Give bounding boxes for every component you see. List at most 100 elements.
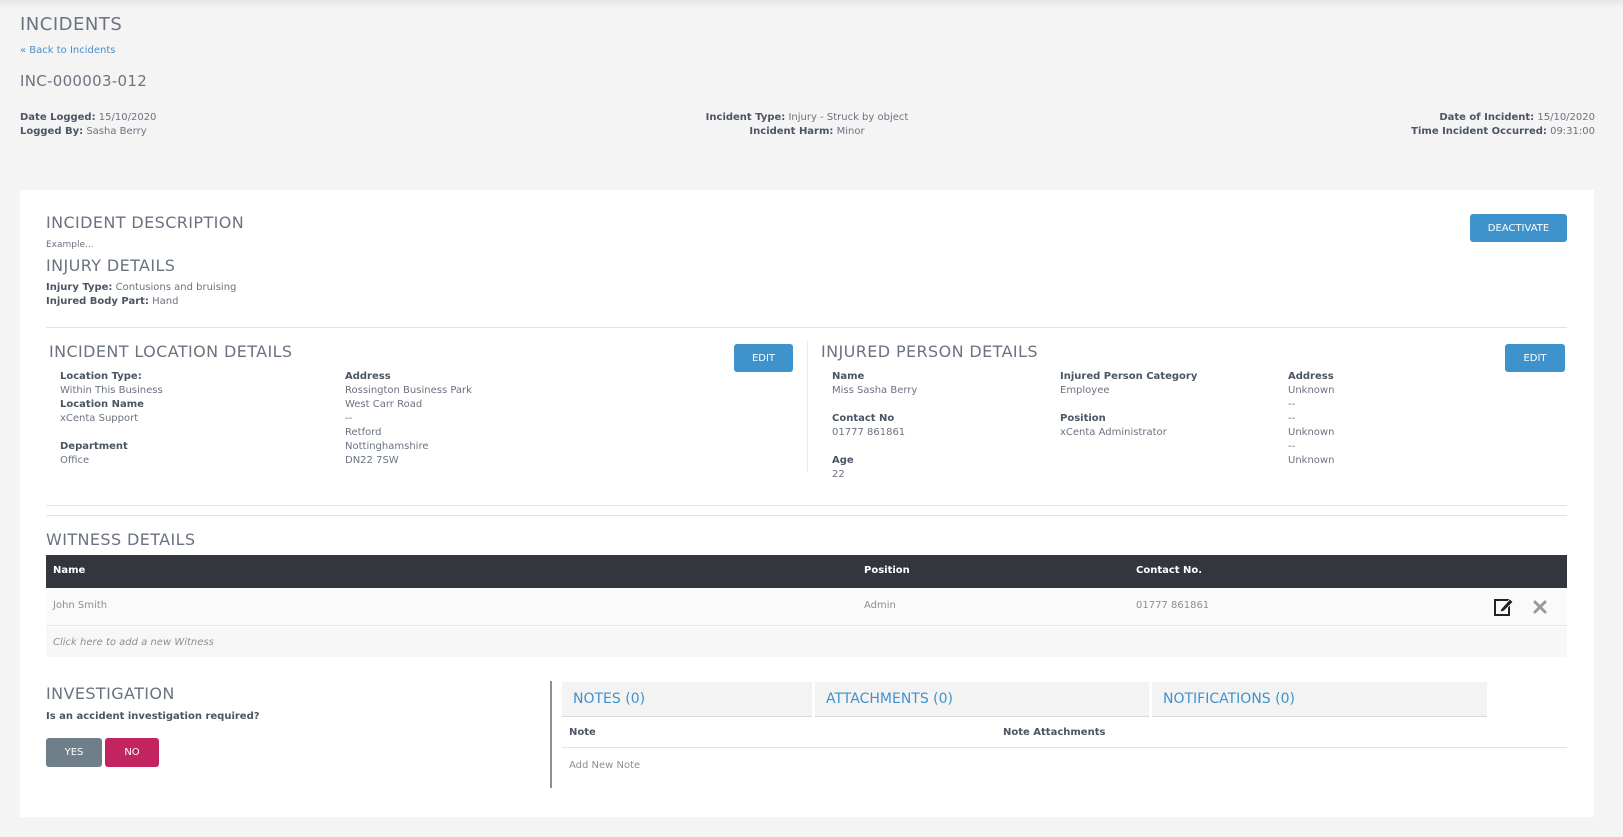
incident-card: INCIDENT DESCRIPTION Example... DEACTIVA… bbox=[20, 190, 1594, 817]
location-name-label: Location Name bbox=[60, 399, 144, 410]
meta-incident-date: Date of Incident: 15/10/2020 Time Incide… bbox=[1380, 111, 1595, 139]
tab-attachments[interactable]: ATTACHMENTS (0) bbox=[815, 682, 1149, 717]
location-address-column: Address Rossington Business Park West Ca… bbox=[345, 370, 472, 468]
time-occurred-label: Time Incident Occurred: bbox=[1411, 126, 1547, 137]
category-value: Employee bbox=[1060, 385, 1110, 396]
person-title: INJURED PERSON DETAILS bbox=[821, 342, 1038, 361]
date-logged-label: Date Logged: bbox=[20, 112, 96, 123]
address-line: Unknown bbox=[1288, 455, 1335, 466]
address-line: Retford bbox=[345, 427, 382, 438]
logged-by-value: Sasha Berry bbox=[86, 126, 147, 137]
tab-notifications[interactable]: NOTIFICATIONS (0) bbox=[1152, 682, 1487, 717]
column-header-name: Name bbox=[53, 565, 86, 576]
witness-table-header: Name Position Contact No. bbox=[46, 555, 1567, 588]
divider bbox=[46, 505, 1567, 506]
no-button[interactable]: NO bbox=[105, 738, 159, 767]
yes-button[interactable]: YES bbox=[46, 738, 102, 767]
category-label: Injured Person Category bbox=[1060, 371, 1198, 382]
tab-notes[interactable]: NOTES (0) bbox=[562, 682, 812, 717]
location-address-label: Address bbox=[345, 371, 391, 382]
department-label: Department bbox=[60, 441, 128, 452]
address-line: -- bbox=[1288, 399, 1296, 410]
body-part-label: Injured Body Part: bbox=[46, 296, 149, 307]
address-line: Rossington Business Park bbox=[345, 385, 472, 396]
add-witness-link[interactable]: Click here to add a new Witness bbox=[53, 637, 214, 648]
person-middle-column: Injured Person Category Employee Positio… bbox=[1060, 370, 1197, 440]
incident-type-label: Incident Type: bbox=[705, 112, 786, 123]
person-name-label: Name bbox=[832, 371, 865, 382]
column-divider bbox=[807, 340, 808, 472]
person-address-label: Address bbox=[1288, 371, 1334, 382]
page-title: INCIDENTS bbox=[20, 14, 123, 35]
date-logged-value: 15/10/2020 bbox=[98, 112, 157, 123]
address-line: West Carr Road bbox=[345, 399, 423, 410]
contact-value: 01777 861861 bbox=[832, 427, 906, 438]
meta-incident-type: Incident Type: Injury - Struck by object… bbox=[600, 111, 1014, 139]
deactivate-button[interactable]: DEACTIVATE bbox=[1470, 214, 1567, 242]
incident-harm-value: Minor bbox=[836, 126, 865, 137]
time-occurred-value: 09:31:00 bbox=[1550, 126, 1595, 137]
table-row: John Smith Admin 01777 861861 bbox=[46, 588, 1567, 626]
add-new-note-link[interactable]: Add New Note bbox=[569, 760, 640, 771]
person-address-column: Address Unknown -- -- Unknown -- Unknown bbox=[1288, 370, 1334, 468]
age-value: 22 bbox=[832, 469, 845, 480]
address-line: -- bbox=[1288, 441, 1296, 452]
position-label: Position bbox=[1060, 413, 1106, 424]
age-label: Age bbox=[832, 455, 854, 466]
edit-icon[interactable] bbox=[1493, 596, 1515, 618]
location-edit-button[interactable]: EDIT bbox=[734, 344, 793, 372]
injury-title: INJURY DETAILS bbox=[46, 256, 176, 275]
witness-contact: 01777 861861 bbox=[1136, 600, 1210, 611]
description-text: Example... bbox=[46, 240, 94, 250]
divider bbox=[562, 747, 1567, 748]
person-edit-button[interactable]: EDIT bbox=[1505, 344, 1565, 372]
divider bbox=[46, 515, 1567, 516]
back-to-incidents-link[interactable]: « Back to Incidents bbox=[20, 45, 116, 56]
delete-icon[interactable] bbox=[1532, 599, 1548, 615]
description-title: INCIDENT DESCRIPTION bbox=[46, 213, 245, 232]
date-of-incident-label: Date of Incident: bbox=[1439, 112, 1535, 123]
divider bbox=[46, 327, 1567, 328]
investigation-question: Is an accident investigation required? bbox=[46, 711, 260, 722]
person-left-column: Name Miss Sasha Berry Contact No 01777 8… bbox=[832, 370, 917, 482]
address-line: Unknown bbox=[1288, 385, 1335, 396]
logged-by-label: Logged By: bbox=[20, 126, 84, 137]
investigation-title: INVESTIGATION bbox=[46, 684, 175, 703]
location-left-column: Location Type: Within This Business Loca… bbox=[60, 370, 163, 468]
address-line: Unknown bbox=[1288, 427, 1335, 438]
injury-info: Injury Type: Contusions and bruising Inj… bbox=[46, 281, 236, 309]
location-title: INCIDENT LOCATION DETAILS bbox=[49, 342, 293, 361]
department-value: Office bbox=[60, 455, 90, 466]
note-column-header: Note bbox=[569, 727, 596, 738]
address-line: -- bbox=[1288, 413, 1296, 424]
incident-type-value: Injury - Struck by object bbox=[788, 112, 909, 123]
injury-type-label: Injury Type: bbox=[46, 282, 113, 293]
date-of-incident-value: 15/10/2020 bbox=[1537, 112, 1595, 123]
column-header-position: Position bbox=[864, 565, 910, 576]
incident-harm-label: Incident Harm: bbox=[749, 126, 834, 137]
address-line: DN22 7SW bbox=[345, 455, 399, 466]
witness-name: John Smith bbox=[53, 600, 108, 611]
incident-reference: INC-000003-012 bbox=[20, 72, 148, 90]
location-type-label: Location Type: bbox=[60, 371, 142, 382]
location-name-value: xCenta Support bbox=[60, 413, 139, 424]
address-line: -- bbox=[345, 413, 353, 424]
add-witness-row: Click here to add a new Witness bbox=[46, 627, 1567, 657]
position-value: xCenta Administrator bbox=[1060, 427, 1167, 438]
person-name-value: Miss Sasha Berry bbox=[832, 385, 918, 396]
body-part-value: Hand bbox=[152, 296, 179, 307]
vertical-divider bbox=[550, 681, 552, 788]
injury-type-value: Contusions and bruising bbox=[115, 282, 237, 293]
note-attachments-column-header: Note Attachments bbox=[1003, 727, 1106, 738]
location-type-value: Within This Business bbox=[60, 385, 163, 396]
meta-logged: Date Logged: 15/10/2020 Logged By: Sasha… bbox=[20, 111, 156, 139]
address-line: Nottinghamshire bbox=[345, 441, 429, 452]
top-shadow bbox=[0, 0, 1623, 8]
column-header-contact: Contact No. bbox=[1136, 565, 1203, 576]
witness-position: Admin bbox=[864, 600, 896, 611]
witness-title: WITNESS DETAILS bbox=[46, 530, 196, 549]
